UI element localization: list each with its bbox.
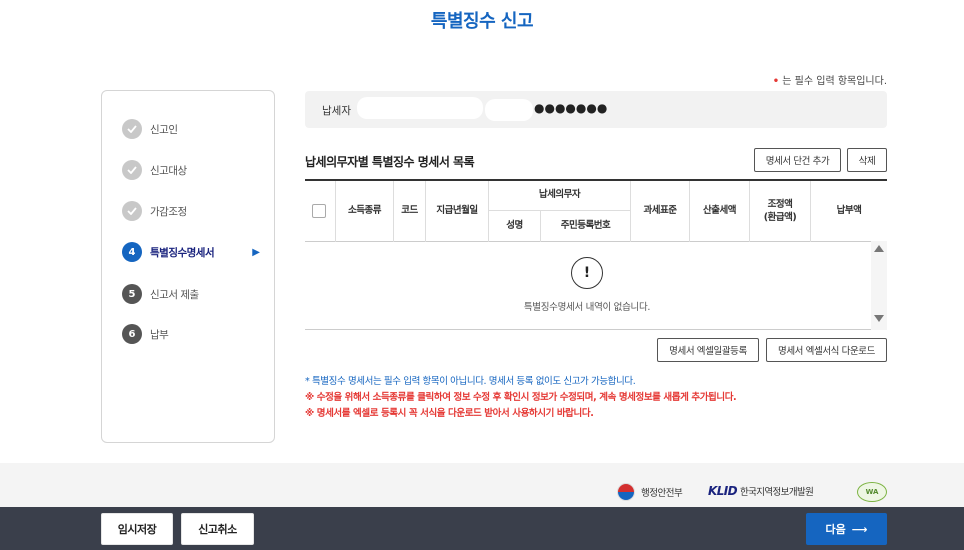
delete-button[interactable]: 삭제 (847, 148, 887, 172)
klid-logo: KLID 한국지역정보개발원 (708, 484, 814, 498)
required-note: • 는 필수 입력 항목입니다. (773, 72, 887, 87)
step-navigator: 신고인 신고대상 가감조정 4 특별징수명세서 ▶ 5 신고서 제출 6 납부 (101, 90, 275, 443)
col-tax-base: 과세표준 (630, 181, 689, 242)
masked-id-suffix: ●●●●●●● (534, 101, 608, 115)
note-excel: ※ 명세서를 엑셀로 등록시 꼭 서식을 다운로드 받아서 사용하시기 바랍니다… (305, 408, 594, 419)
note-edit: ※ 수정을 위해서 소득종류를 클릭하여 정보 수정 후 확인시 정보가 수정되… (305, 392, 737, 403)
step-4[interactable]: 4 특별징수명세서 ▶ (122, 241, 262, 263)
col-rrn: 주민등록번호 (540, 210, 630, 242)
empty-message: 특별징수명세서 내역이 없습니다. (523, 302, 651, 313)
step-number: 6 (122, 324, 142, 344)
caret-right-icon: ▶ (252, 246, 260, 258)
select-all-checkbox[interactable] (312, 204, 326, 218)
col-name: 성명 (488, 210, 540, 242)
mois-name: 행정안전부 (641, 488, 683, 499)
taxpayer-info: 납세자 ●●●●●●● (305, 91, 887, 128)
required-marker: • (772, 76, 780, 87)
next-label: 다음 (825, 523, 846, 536)
klid-mark: KLID (708, 484, 738, 498)
note-optional: * 특별징수 명세서는 필수 입력 항목이 아닙니다. 명세서 등록 없이도 신… (305, 376, 636, 387)
arrow-right-icon: ⟶ (851, 522, 868, 536)
scroll-down-icon[interactable] (874, 315, 884, 322)
add-statement-button[interactable]: 명세서 단건 추가 (754, 148, 841, 172)
web-accessibility-seal-icon: WA (857, 482, 887, 502)
step-label: 납부 (150, 328, 169, 341)
excel-template-download-button[interactable]: 명세서 엑셀서식 다운로드 (766, 338, 887, 362)
logo-strip: 행정안전부 KLID 한국지역정보개발원 WA (0, 463, 964, 507)
klid-name: 한국지역정보개발원 (739, 487, 814, 498)
temp-save-button[interactable]: 임시저장 (101, 513, 173, 545)
col-pay-month: 지급년월일 (425, 181, 488, 242)
mois-logo: 행정안전부 (617, 483, 683, 501)
step-number: 4 (122, 242, 142, 262)
check-icon (122, 201, 142, 221)
col-code: 코드 (393, 181, 425, 242)
check-icon (122, 160, 142, 180)
statement-table: 소득종류 코드 지급년월일 납세의무자 성명 주민등록번호 과세표준 산출세액 … (305, 179, 887, 242)
step-label: 특별징수명세서 (150, 246, 215, 259)
step-number: 5 (122, 284, 142, 304)
table-header: 소득종류 코드 지급년월일 납세의무자 성명 주민등록번호 과세표준 산출세액 … (305, 181, 887, 242)
action-bar: 임시저장 신고취소 다음 ⟶ (0, 507, 964, 550)
step-label: 신고대상 (150, 164, 187, 177)
list-title: 납세의무자별 특별징수 명세서 목록 (305, 155, 475, 169)
col-adjustment: 조정액 (환급액) (749, 181, 810, 242)
taxpayer-label: 납세자 (322, 105, 351, 117)
step-6: 6 납부 (122, 323, 262, 345)
col-payable: 납부액 (810, 181, 887, 242)
table-body: ! 특별징수명세서 내역이 없습니다. (305, 241, 887, 330)
next-button[interactable]: 다음 ⟶ (806, 513, 887, 545)
step-label: 신고서 제출 (150, 288, 199, 301)
col-taxpayer-group: 납세의무자 (488, 181, 630, 210)
notes: * 특별징수 명세서는 필수 입력 항목이 아닙니다. 명세서 등록 없이도 신… (305, 374, 737, 422)
col-calculated-tax: 산출세액 (689, 181, 749, 242)
select-all-cell (305, 181, 335, 242)
step-1[interactable]: 신고인 (122, 118, 262, 140)
excel-upload-button[interactable]: 명세서 엑셀일괄등록 (657, 338, 759, 362)
required-note-text: 는 필수 입력 항목입니다. (782, 76, 887, 87)
redacted-name (357, 97, 483, 119)
page-title: 특별징수 신고 (430, 11, 534, 32)
taegeuk-icon (617, 483, 635, 501)
step-label: 신고인 (150, 123, 178, 136)
cancel-filing-button[interactable]: 신고취소 (181, 513, 254, 545)
check-icon (122, 119, 142, 139)
exclamation-icon: ! (571, 257, 603, 289)
step-label: 가감조정 (150, 205, 187, 218)
table-scrollbar[interactable] (871, 241, 887, 330)
scroll-up-icon[interactable] (874, 245, 884, 252)
redacted-id (485, 99, 533, 121)
col-income-type: 소득종류 (335, 181, 393, 242)
step-2[interactable]: 신고대상 (122, 159, 262, 181)
step-5: 5 신고서 제출 (122, 283, 262, 305)
step-3[interactable]: 가감조정 (122, 200, 262, 222)
